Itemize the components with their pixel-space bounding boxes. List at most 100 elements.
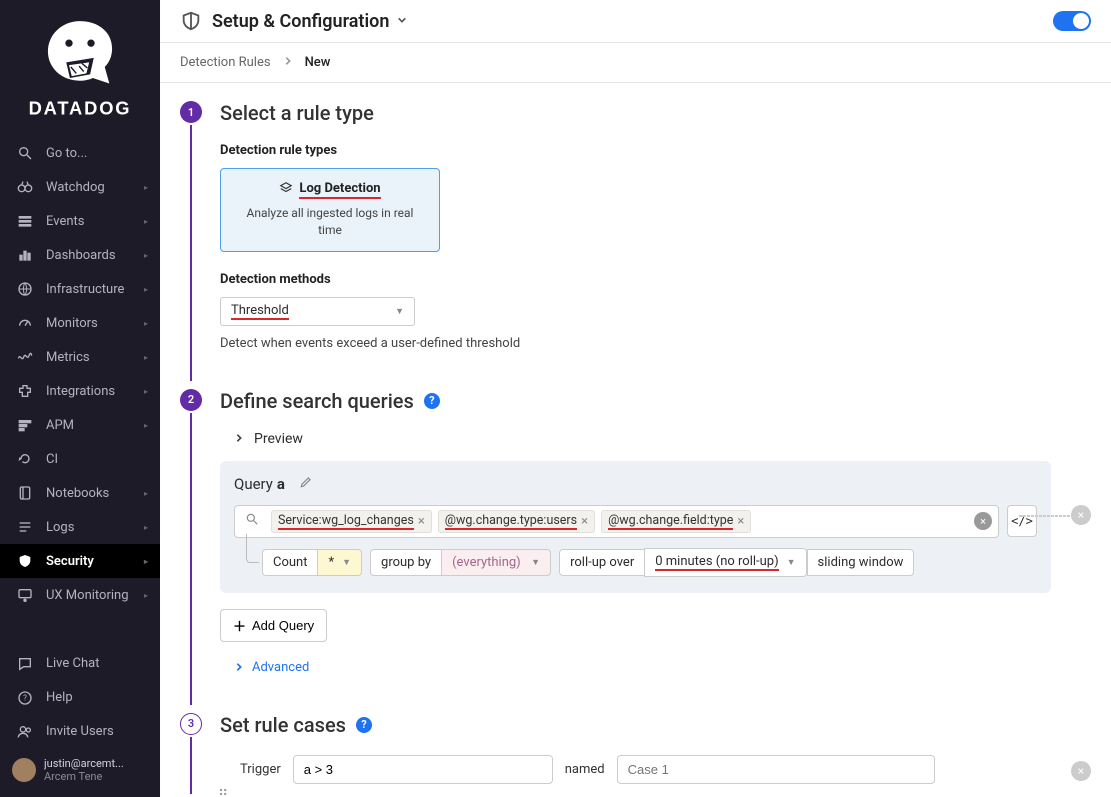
delete-query-icon[interactable]: × <box>1071 505 1091 525</box>
nav-invite[interactable]: Invite Users <box>0 715 160 749</box>
window-select[interactable]: sliding window <box>807 549 915 576</box>
step-1-title: Select a rule type <box>220 101 1091 125</box>
bar-chart-icon <box>16 246 34 264</box>
chevron-right-icon: ▸ <box>144 217 148 226</box>
close-icon[interactable]: × <box>418 514 425 529</box>
nav-metrics[interactable]: Metrics ▸ <box>0 340 160 374</box>
breadcrumb: Detection Rules New <box>160 43 1111 83</box>
step-badge-2: 2 <box>180 389 202 411</box>
detection-method-select[interactable]: Threshold ▼ <box>220 297 415 326</box>
chevron-right-icon <box>283 55 293 70</box>
nav-help[interactable]: ? Help <box>0 681 160 715</box>
code-toggle[interactable]: </> <box>1007 505 1037 537</box>
breadcrumb-current: New <box>305 55 331 70</box>
nav-livechat[interactable]: Live Chat <box>0 647 160 681</box>
enable-toggle[interactable] <box>1053 11 1091 31</box>
nav-apm[interactable]: APM ▸ <box>0 408 160 442</box>
rollup-select[interactable]: 0 minutes (no roll-up)▼ <box>644 548 806 577</box>
nav-events[interactable]: Events ▸ <box>0 204 160 238</box>
user-block[interactable]: justin@arcemt... Arcem Tene <box>0 749 160 791</box>
chevron-right-icon <box>234 662 244 672</box>
help-icon[interactable]: ? <box>424 393 440 409</box>
shield-outline-icon <box>180 10 202 32</box>
rollup-label: roll-up over <box>559 549 644 576</box>
chevron-right-icon: ▸ <box>144 489 148 498</box>
nav-notebooks[interactable]: Notebooks ▸ <box>0 476 160 510</box>
nav-label: Invite Users <box>46 724 114 739</box>
step-line <box>190 413 192 705</box>
groupby-select[interactable]: (everything)▼ <box>441 549 551 576</box>
breadcrumb-root[interactable]: Detection Rules <box>180 55 271 70</box>
advanced-toggle[interactable]: Advanced <box>234 660 1091 675</box>
chevron-right-icon: ▸ <box>144 251 148 260</box>
loop-icon <box>16 450 34 468</box>
trigger-input[interactable] <box>293 755 553 784</box>
chevron-down-icon: ▼ <box>395 306 404 317</box>
chevron-down-icon[interactable] <box>397 13 407 29</box>
close-icon[interactable]: × <box>581 514 588 529</box>
avatar <box>12 758 36 782</box>
puzzle-icon <box>16 382 34 400</box>
method-value: Threshold <box>231 303 289 320</box>
delete-case-icon[interactable]: × <box>1071 761 1091 781</box>
edit-icon[interactable] <box>299 475 313 493</box>
content-scroll[interactable]: 1 Select a rule type Detection rule type… <box>160 83 1111 797</box>
nav-list: Go to... Watchdog ▸ Events ▸ Dashboards … <box>0 136 160 647</box>
add-query-button[interactable]: ＋ Add Query <box>220 609 327 642</box>
chevron-right-icon: ▸ <box>144 557 148 566</box>
count-select[interactable]: Count <box>262 549 317 576</box>
chevron-right-icon: ▸ <box>144 183 148 192</box>
step-2: 2 Define search queries ? Preview <box>160 381 1111 705</box>
chevron-down-icon: ▼ <box>787 557 796 568</box>
step-line <box>190 737 192 794</box>
filter-tag[interactable]: Service:wg_log_changes× <box>271 510 432 533</box>
page-title: Setup & Configuration <box>212 11 389 32</box>
close-icon[interactable]: × <box>737 514 744 529</box>
query-block: Query a Service:wg_log_chang <box>220 461 1051 593</box>
datadog-logo-icon: DATADOG <box>25 12 135 122</box>
count-field[interactable]: *▼ <box>317 549 362 576</box>
clear-all-icon[interactable]: × <box>974 512 992 530</box>
chevron-right-icon: ▸ <box>144 421 148 430</box>
preview-label: Preview <box>254 431 303 447</box>
nav-monitors[interactable]: Monitors ▸ <box>0 306 160 340</box>
nav-label: Help <box>46 690 73 705</box>
user-email: justin@arcemt... <box>44 757 124 770</box>
rule-case-row: ⠿ Trigger named <box>220 755 1051 784</box>
step-badge-1: 1 <box>180 101 202 123</box>
sidebar-footer: Live Chat ? Help Invite Users justin@arc… <box>0 647 160 797</box>
chat-icon <box>16 655 34 673</box>
nav-integrations[interactable]: Integrations ▸ <box>0 374 160 408</box>
chevron-right-icon: ▸ <box>144 523 148 532</box>
nav-security[interactable]: Security ▸ <box>0 544 160 578</box>
nav-logs[interactable]: Logs ▸ <box>0 510 160 544</box>
filter-tag[interactable]: @wg.change.field:type× <box>601 510 751 533</box>
filter-tag[interactable]: @wg.change.type:users× <box>438 510 595 533</box>
chevron-right-icon: ▸ <box>144 591 148 600</box>
nav-label: APM <box>46 418 74 433</box>
nav-watchdog[interactable]: Watchdog ▸ <box>0 170 160 204</box>
rule-card-desc: Analyze all ingested logs in real time <box>235 205 425 239</box>
nav-label: Go to... <box>46 146 87 161</box>
methods-label: Detection methods <box>220 272 1091 287</box>
nav-label: Infrastructure <box>46 282 124 297</box>
nav-goto[interactable]: Go to... <box>0 136 160 170</box>
nav-label: Events <box>46 214 84 229</box>
svg-text:?: ? <box>23 693 27 702</box>
rule-type-log-detection[interactable]: Log Detection Analyze all ingested logs … <box>220 168 440 252</box>
case-name-input[interactable] <box>617 755 935 784</box>
help-icon: ? <box>16 689 34 707</box>
query-search-input[interactable]: Service:wg_log_changes× @wg.change.type:… <box>234 505 999 538</box>
lines-icon <box>16 518 34 536</box>
brand-logo[interactable]: DATADOG <box>0 0 160 136</box>
preview-toggle[interactable]: Preview <box>234 431 1091 447</box>
drag-handle-icon[interactable]: ⠿ <box>218 788 228 797</box>
help-icon[interactable]: ? <box>356 717 372 733</box>
nav-infrastructure[interactable]: Infrastructure ▸ <box>0 272 160 306</box>
nav-ci[interactable]: CI <box>0 442 160 476</box>
nav-label: Metrics <box>46 350 90 365</box>
nav-ux[interactable]: UX Monitoring ▸ <box>0 578 160 612</box>
users-icon <box>16 723 34 741</box>
nav-dashboards[interactable]: Dashboards ▸ <box>0 238 160 272</box>
chevron-down-icon: ▼ <box>531 557 540 568</box>
